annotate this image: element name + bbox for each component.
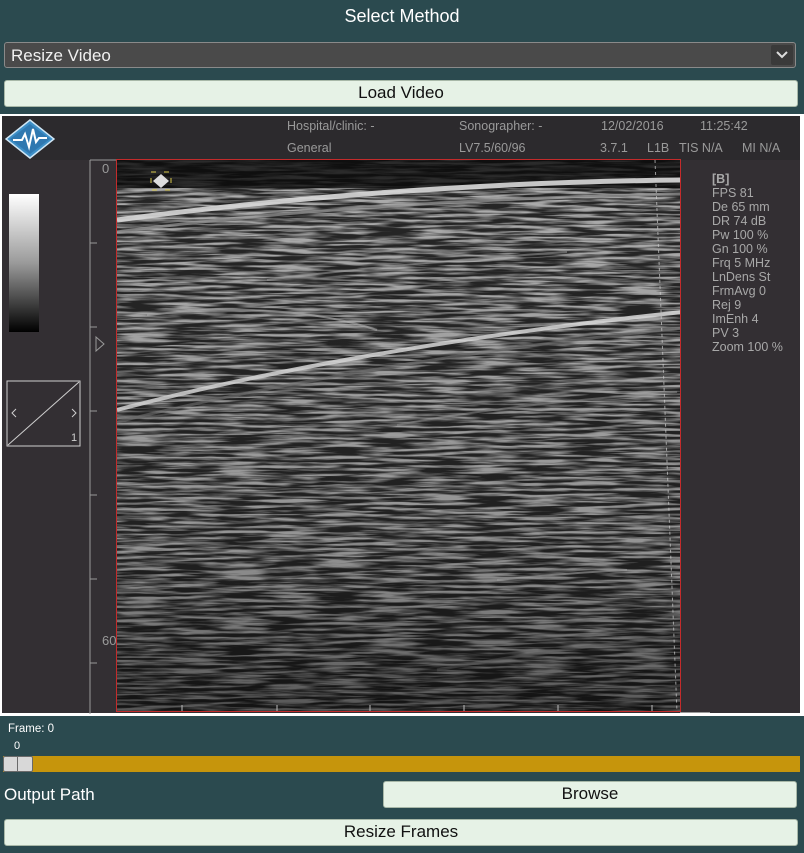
app-logo-icon	[5, 119, 55, 159]
depth-label-60: 60	[102, 633, 117, 648]
ultrasound-header: Hospital/clinic: - Sonographer: - 12/02/…	[2, 116, 800, 160]
resize-frames-label: Resize Frames	[343, 822, 459, 841]
frame-slider[interactable]	[3, 756, 800, 772]
param-image-enhance: ImEnh 4	[712, 312, 759, 326]
param-dynamic-range: DR 74 dB	[712, 214, 767, 228]
output-path-label: Output Path	[4, 785, 95, 804]
method-select-value: Resize Video	[11, 46, 111, 65]
param-pv: PV 3	[712, 326, 740, 340]
depth-scale	[89, 159, 116, 714]
param-power: Pw 100 %	[712, 228, 769, 242]
method-select[interactable]: Resize Video	[4, 42, 796, 68]
time-text: 11:25:42	[700, 119, 748, 133]
tis-text: TIS N/A	[679, 141, 723, 155]
load-video-label: Load Video	[358, 83, 444, 102]
browse-button[interactable]: Browse	[383, 781, 797, 808]
preset-text: General	[287, 141, 332, 155]
imaging-parameters: [B] FPS 81 De 65 mm DR 74 dB Pw 100 % Gn…	[712, 172, 783, 354]
param-mode: [B]	[712, 172, 730, 186]
video-preview: Hospital/clinic: - Sonographer: - 12/02/…	[0, 114, 804, 716]
hospital-text: Hospital/clinic: -	[287, 119, 375, 133]
browse-label: Browse	[561, 784, 619, 803]
param-frequency: Frq 5 MHz	[712, 256, 771, 270]
sonographer-text: Sonographer: -	[459, 119, 543, 133]
resize-frames-button[interactable]: Resize Frames	[4, 819, 798, 846]
mode-text: L1B	[647, 141, 670, 155]
depth-label-0: 0	[102, 161, 110, 176]
param-gain: Gn 100 %	[712, 242, 768, 256]
frame-slider-value: 0	[14, 740, 21, 752]
scan-edge-marker	[680, 712, 710, 713]
chevron-down-icon[interactable]	[771, 45, 793, 65]
ultrasound-image	[116, 159, 681, 712]
load-video-button[interactable]: Load Video	[4, 80, 798, 107]
probe-text: LV7.5/60/96	[459, 141, 526, 155]
param-depth: De 65 mm	[712, 200, 770, 214]
page-title: Select Method	[344, 6, 460, 26]
mi-text: MI N/A	[742, 141, 781, 155]
param-frame-average: FrmAvg 0	[712, 284, 766, 298]
gain-box-label: 1	[71, 432, 78, 444]
param-line-density: LnDens St	[712, 270, 771, 284]
grayscale-bar	[9, 194, 39, 332]
frame-label: Frame: 0	[8, 723, 55, 735]
param-zoom: Zoom 100 %	[712, 340, 783, 354]
param-fps: FPS 81	[712, 186, 754, 200]
date-text: 12/02/2016	[601, 119, 664, 133]
ultrasound-screen: Hospital/clinic: - Sonographer: - 12/02/…	[2, 116, 800, 714]
version-text: 3.7.1	[600, 141, 628, 155]
param-reject: Rej 9	[712, 298, 742, 312]
frame-slider-handle[interactable]	[3, 756, 33, 772]
